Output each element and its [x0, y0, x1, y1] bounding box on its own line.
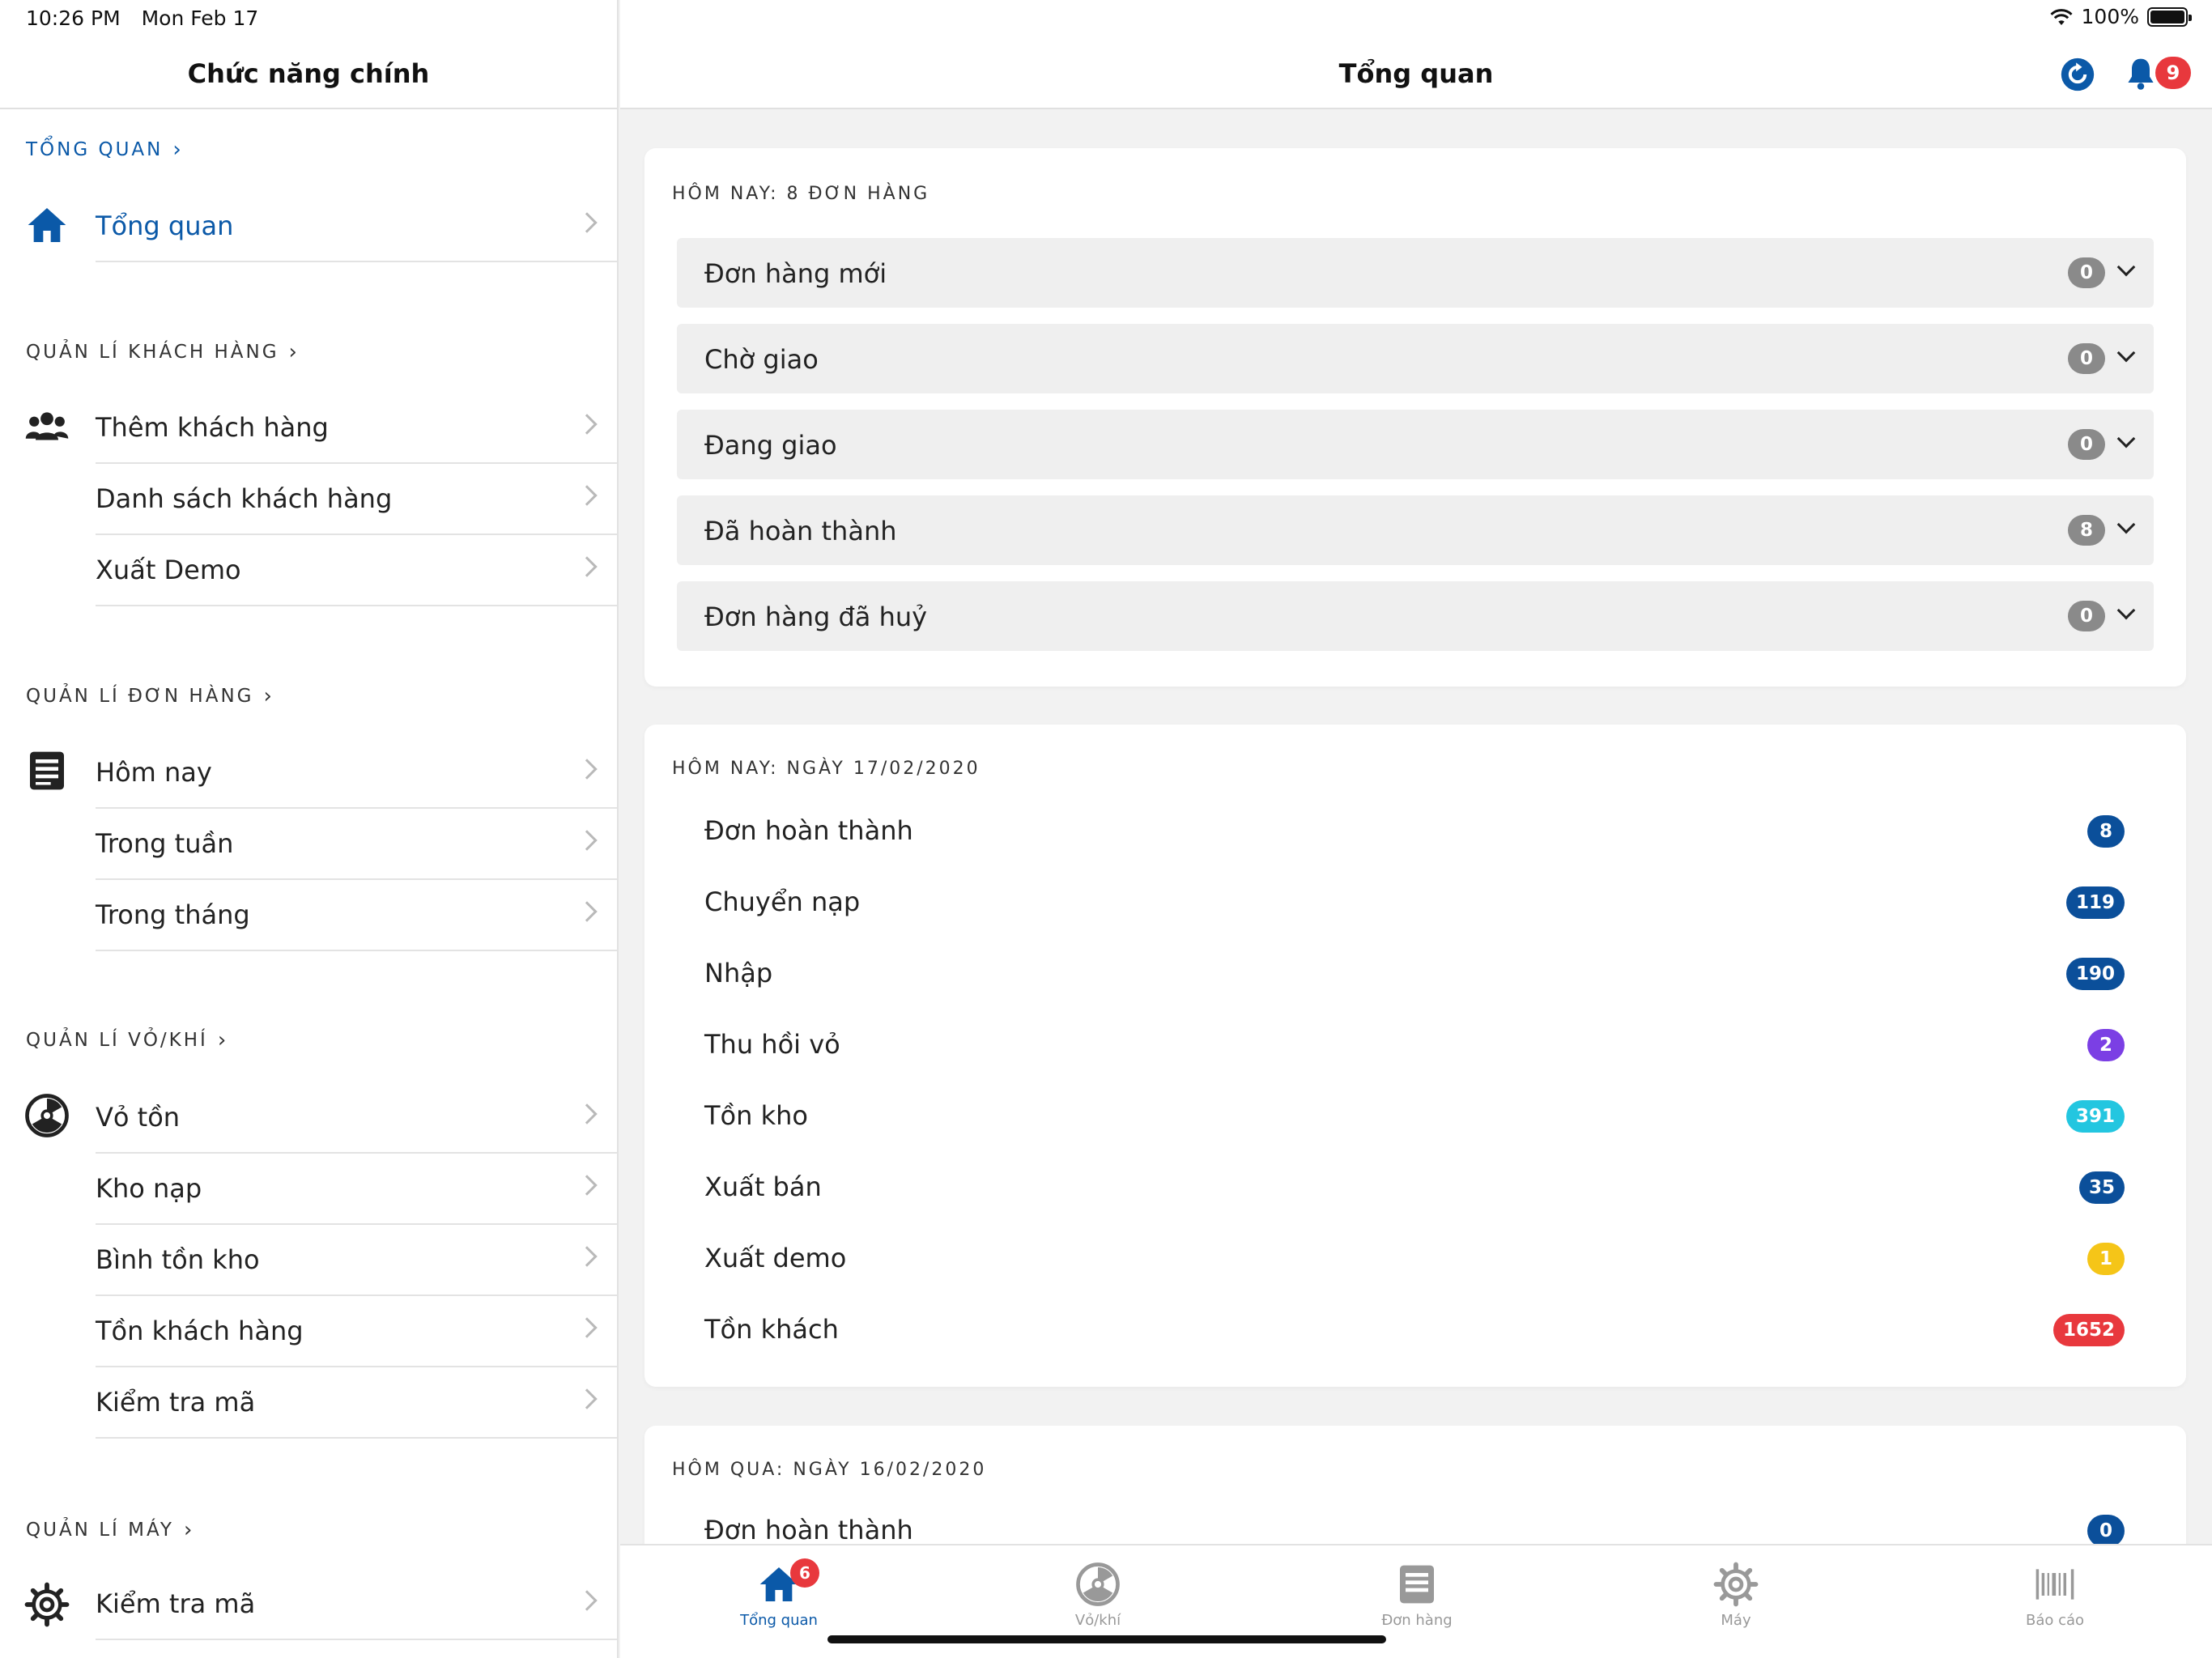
value-badge: 190 — [2065, 958, 2125, 990]
cylinder-icon — [25, 1094, 69, 1137]
value-badge: 0 — [2087, 1515, 2125, 1544]
value-badge: 2 — [2087, 1029, 2125, 1061]
chevron-down-icon — [2116, 257, 2136, 277]
stat-row[interactable]: Đơn hoàn thành 8 — [677, 799, 2154, 864]
stat-row[interactable]: Tồn khách 1652 — [677, 1298, 2154, 1363]
stats-yesterday-title: HÔM QUA: NGÀY 16/02/2020 — [672, 1460, 987, 1480]
menu-item-add-customer[interactable]: Thêm khách hàng — [96, 393, 617, 464]
gear-icon — [24, 1582, 70, 1627]
section-cylinders[interactable]: QUẢN LÍ VỎ/KHÍ › — [26, 1028, 226, 1052]
gear-icon — [1713, 1562, 1759, 1607]
battery-icon — [2147, 6, 2192, 27]
value-badge: 8 — [2087, 815, 2125, 848]
page-title: Tổng quan — [1338, 58, 1494, 89]
menu-item-fill-warehouse[interactable]: Kho nạp — [96, 1154, 617, 1225]
count-badge: 0 — [2068, 257, 2105, 288]
order-status-new[interactable]: Đơn hàng mới 0 — [677, 238, 2154, 308]
bell-icon[interactable] — [2123, 55, 2159, 92]
stat-row[interactable]: Xuất bán 35 — [677, 1155, 2154, 1220]
chevron-down-icon — [2116, 429, 2136, 449]
tab-reports[interactable]: Báo cáo — [1958, 1555, 2152, 1644]
order-status-cancelled[interactable]: Đơn hàng đã huỷ 0 — [677, 581, 2154, 651]
users-icon — [25, 412, 69, 440]
chevron-down-icon — [2116, 601, 2136, 620]
menu-item-cylinder-stock[interactable]: Bình tồn kho — [96, 1225, 617, 1296]
stat-row[interactable]: Chuyển nạp 119 — [677, 870, 2154, 935]
battery-percent: 100% — [2081, 5, 2139, 28]
order-status-delivering[interactable]: Đang giao 0 — [677, 410, 2154, 479]
sidebar: Chức năng chính TỔNG QUAN › Tổng quan QUẢ… — [0, 0, 619, 1658]
status-time: 10:26 PM — [26, 6, 121, 30]
tab-cylinders[interactable]: Vỏ/khí — [1001, 1555, 1195, 1644]
menu-item-this-month[interactable]: Trong tháng — [96, 880, 617, 951]
stat-row[interactable]: Tồn kho 391 — [677, 1084, 2154, 1149]
stat-row[interactable]: Đơn hoàn thành 0 — [677, 1499, 2154, 1544]
menu-item-this-week[interactable]: Trong tuần — [96, 809, 617, 880]
sidebar-title: Chức năng chính — [187, 58, 430, 89]
menu-item-machine-check-code[interactable]: Kiểm tra mã — [96, 1569, 617, 1640]
status-bar: 10:26 PM Mon Feb 17 100% — [0, 0, 2212, 39]
tab-badge: 6 — [790, 1558, 819, 1588]
cylinder-icon — [1076, 1562, 1120, 1606]
menu-item-customer-stock[interactable]: Tồn khách hàng — [96, 1296, 617, 1367]
count-badge: 0 — [2068, 601, 2105, 631]
stats-yesterday-card: HÔM QUA: NGÀY 16/02/2020 Đơn hoàn thành 0 — [644, 1426, 2186, 1544]
menu-item-check-code[interactable]: Kiểm tra mã — [96, 1367, 617, 1439]
value-badge: 1 — [2087, 1243, 2125, 1275]
count-badge: 0 — [2068, 429, 2105, 460]
value-badge: 1652 — [2052, 1314, 2125, 1346]
tab-overview[interactable]: Tổng quan 6 — [682, 1555, 876, 1644]
section-overview[interactable]: TỔNG QUAN › — [26, 138, 181, 162]
count-badge: 8 — [2068, 515, 2105, 546]
value-badge: 119 — [2065, 886, 2125, 919]
stat-row[interactable]: Xuất demo 1 — [677, 1226, 2154, 1291]
list-icon — [30, 751, 64, 790]
order-status-completed[interactable]: Đã hoàn thành 8 — [677, 495, 2154, 565]
orders-today-title: HÔM NAY: 8 ĐƠN HÀNG — [672, 184, 930, 204]
status-date: Mon Feb 17 — [141, 6, 259, 30]
orders-today-card: HÔM NAY: 8 ĐƠN HÀNG Đơn hàng mới 0 Chờ g… — [644, 148, 2186, 687]
menu-item-empty-stock[interactable]: Vỏ tồn — [96, 1082, 617, 1154]
menu-item-export-demo[interactable]: Xuất Demo — [96, 535, 617, 606]
stat-row[interactable]: Nhập 190 — [677, 942, 2154, 1006]
stats-today-title: HÔM NAY: NGÀY 17/02/2020 — [672, 759, 981, 779]
menu-item-customer-list[interactable]: Danh sách khách hàng — [96, 464, 617, 535]
wifi-icon — [2049, 8, 2073, 25]
tab-machines[interactable]: Máy — [1639, 1555, 1833, 1644]
value-badge: 391 — [2065, 1100, 2125, 1133]
count-badge: 0 — [2068, 343, 2105, 374]
section-machines[interactable]: QUẢN LÍ MÁY › — [26, 1518, 192, 1542]
home-icon — [28, 208, 66, 242]
tab-orders[interactable]: Đơn hàng — [1320, 1555, 1514, 1644]
main-content: HÔM NAY: 8 ĐƠN HÀNG Đơn hàng mới 0 Chờ g… — [620, 111, 2212, 1544]
stat-row[interactable]: Thu hồi vỏ 2 — [677, 1013, 2154, 1078]
refresh-icon[interactable] — [2060, 57, 2095, 92]
menu-item-overview[interactable]: Tổng quan — [96, 191, 617, 262]
list-icon — [1400, 1565, 1434, 1604]
order-status-waiting[interactable]: Chờ giao 0 — [677, 324, 2154, 393]
notification-badge: 9 — [2155, 57, 2191, 89]
home-indicator — [827, 1635, 1386, 1643]
value-badge: 35 — [2078, 1171, 2125, 1204]
section-orders[interactable]: QUẢN LÍ ĐƠN HÀNG › — [26, 684, 272, 708]
barcode-icon — [2035, 1569, 2074, 1600]
section-customers[interactable]: QUẢN LÍ KHÁCH HÀNG › — [26, 340, 297, 364]
chevron-down-icon — [2116, 515, 2136, 534]
stats-today-card: HÔM NAY: NGÀY 17/02/2020 Đơn hoàn thành 8… — [644, 725, 2186, 1387]
menu-item-today[interactable]: Hôm nay — [96, 738, 617, 809]
chevron-down-icon — [2116, 343, 2136, 363]
